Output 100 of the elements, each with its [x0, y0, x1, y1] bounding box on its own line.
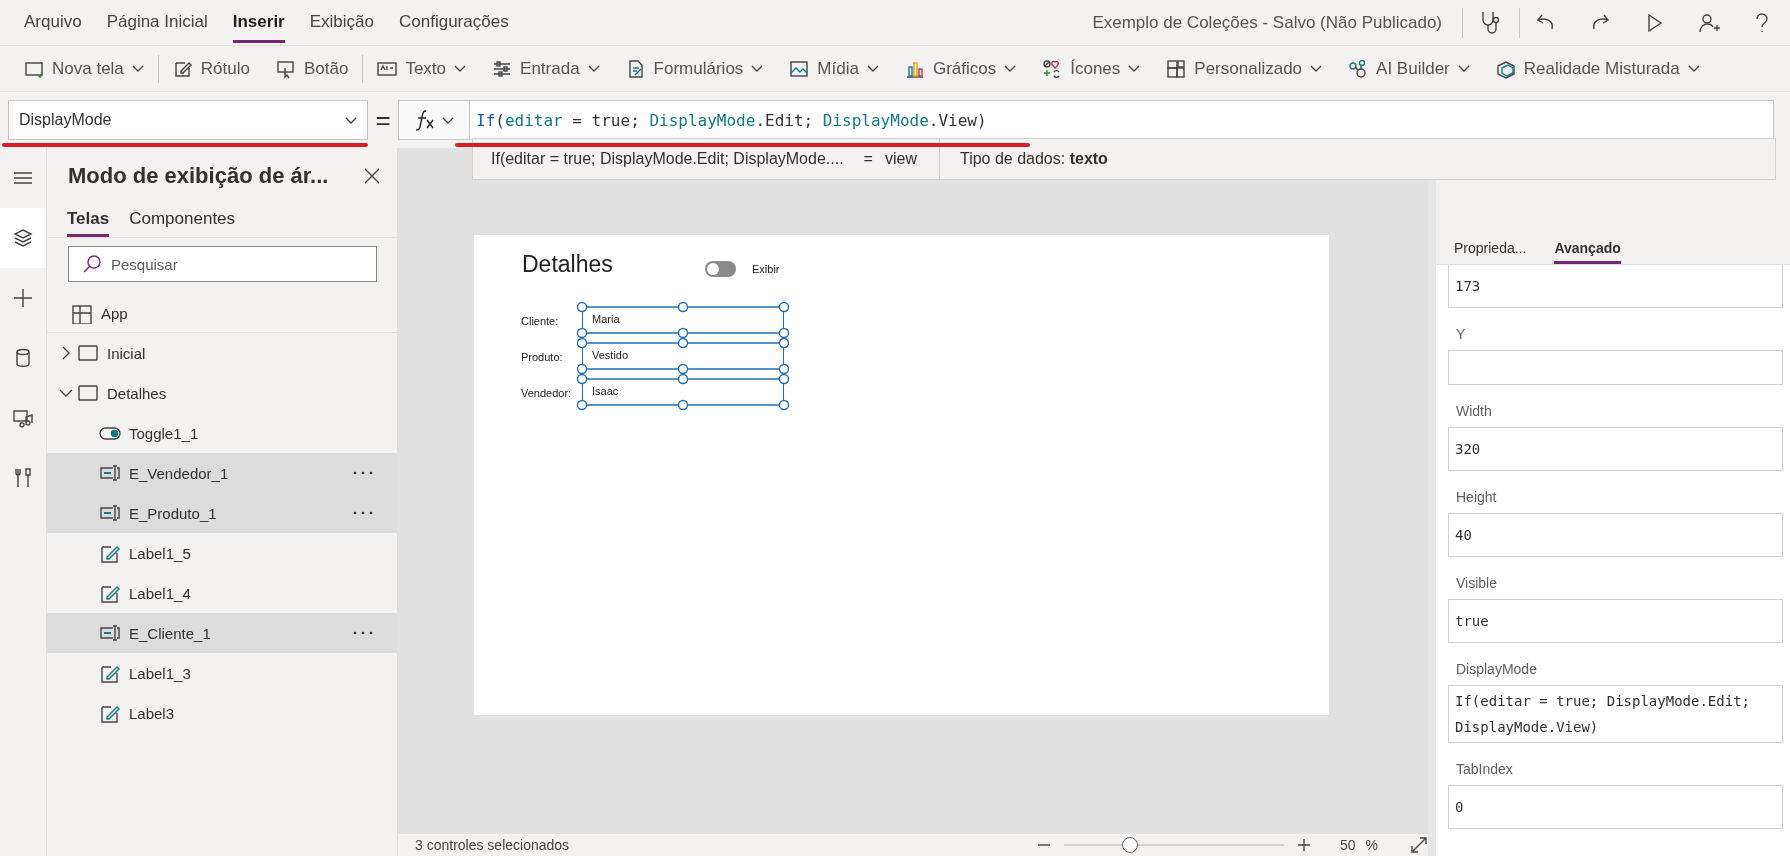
rail-button[interactable]: [0, 208, 46, 268]
tools-icon: [12, 467, 34, 489]
screen-title: Detalhes: [522, 251, 613, 278]
tree-item[interactable]: E_Produto_1: [47, 493, 397, 533]
search-field[interactable]: Pesquisar: [68, 246, 377, 282]
chevron-down-icon: [751, 65, 764, 72]
screen-icon: [77, 343, 99, 363]
chevron-down-icon: [59, 389, 73, 397]
field-label: Vendedor:: [521, 387, 572, 399]
property-input[interactable]: 40: [1448, 513, 1783, 557]
tree-item[interactable]: Detalhes: [47, 373, 397, 413]
panel-tab[interactable]: Proprieda...: [1454, 240, 1527, 264]
screen-icon: [77, 383, 99, 403]
toolbar-button[interactable]: Botão: [275, 54, 349, 83]
zoom-in-icon[interactable]: [1295, 837, 1312, 853]
toolbar-button[interactable]: Formulários: [625, 54, 764, 83]
toolbar-button[interactable]: Gráficos: [904, 54, 1017, 83]
media-icon: [12, 407, 34, 429]
menu-tab[interactable]: Configurações: [399, 2, 509, 43]
property-input[interactable]: 173: [1448, 265, 1783, 308]
toolbar-item-icon: [275, 58, 296, 79]
panel-tab[interactable]: Componentes: [129, 208, 236, 237]
property-input[interactable]: 0: [1448, 785, 1783, 829]
menu-tab[interactable]: Arquivo: [24, 2, 82, 43]
property-label: DisplayMode: [1455, 660, 1538, 679]
property-label: Y: [1455, 325, 1467, 344]
property-label: Visible: [1455, 574, 1498, 593]
zoom-unit: %: [1365, 837, 1378, 853]
tree-item[interactable]: App: [47, 295, 397, 333]
chevron-down-icon: [866, 65, 879, 72]
function-icon: [414, 109, 436, 131]
property-input[interactable]: true: [1448, 599, 1783, 643]
chevron-down-icon: [454, 65, 467, 72]
tree-item[interactable]: Inicial: [47, 333, 397, 373]
toolbar-button[interactable]: Realidade Misturada: [1495, 54, 1700, 83]
menu-tab[interactable]: Exibição: [309, 2, 374, 43]
toolbar-button[interactable]: Nova tela: [24, 54, 144, 83]
status-text: 3 controles selecionados: [415, 837, 570, 853]
tree-item[interactable]: E_Cliente_1: [47, 613, 397, 653]
result-value: view: [884, 150, 917, 168]
fx-button[interactable]: [398, 100, 470, 140]
tree-item[interactable]: Label1_4: [47, 573, 397, 613]
toolbar-button[interactable]: Entrada: [492, 54, 600, 83]
text-input-icon: [99, 463, 121, 483]
label-icon: [99, 703, 121, 723]
tree-item[interactable]: Label1_5: [47, 533, 397, 573]
menu-tab[interactable]: Página Inicial: [106, 2, 208, 43]
chevron-down-icon: [1687, 65, 1700, 72]
toolbar-button[interactable]: Rótulo: [172, 54, 250, 83]
toolbar-button[interactable]: Texto: [377, 54, 467, 83]
text-input-icon: [99, 503, 121, 523]
label-icon: [99, 543, 121, 563]
chevron-down-icon: [1004, 65, 1017, 72]
add-user-icon[interactable]: [1698, 11, 1720, 34]
property-input[interactable]: 320: [1448, 427, 1783, 471]
field-label: Cliente:: [521, 315, 559, 327]
tree-item[interactable]: E_Vendedor_1: [47, 453, 397, 493]
data-type-text: Tipo de dados: texto: [959, 150, 1108, 168]
formula-input[interactable]: If(editar = true; DisplayMode.Edit; DisplayMode.View): [470, 100, 1774, 140]
expand-icon[interactable]: [1410, 836, 1428, 854]
plus-icon: [12, 287, 34, 309]
property-input[interactable]: [1448, 350, 1783, 385]
more-icon[interactable]: [353, 511, 373, 515]
chevron-right-icon: [62, 346, 70, 360]
menu-tab[interactable]: Inserir: [232, 2, 285, 43]
chevron-down-icon: [1457, 65, 1470, 72]
panel-title: Modo de exibição de ár...: [68, 163, 329, 189]
label-icon: [99, 583, 121, 603]
toolbar-button[interactable]: AI Builder: [1348, 54, 1470, 83]
toggle-label: Exibir: [752, 263, 780, 275]
result-equals: =: [863, 150, 873, 168]
more-icon[interactable]: [353, 631, 373, 635]
tree-item[interactable]: Toggle1_1: [47, 413, 397, 453]
app-title: Exemplo de Coleções - Salvo (Não Publicado): [1092, 12, 1442, 33]
equals-sign: =: [374, 104, 392, 137]
toolbar-item-icon: [789, 58, 810, 79]
toggle-switch[interactable]: [705, 261, 736, 277]
property-label: TabIndex: [1455, 760, 1514, 779]
tree-item[interactable]: Label3: [47, 693, 397, 733]
panel-tab[interactable]: Avançado: [1554, 240, 1621, 264]
text-input-icon: [99, 623, 121, 643]
search-icon: [82, 254, 102, 274]
property-dropdown[interactable]: DisplayMode: [8, 100, 368, 140]
tree-item[interactable]: Label1_3: [47, 653, 397, 693]
label-icon: [99, 663, 121, 683]
toolbar-button[interactable]: Ícones: [1042, 54, 1141, 83]
toolbar-button[interactable]: Mídia: [789, 54, 879, 83]
result-expression: If(editar = true; DisplayMode.Edit; DisplayMode....: [491, 150, 844, 168]
toolbar-item-icon: [492, 58, 513, 79]
chevron-down-icon: [1310, 65, 1323, 72]
app-icon: [71, 303, 93, 324]
panel-tab[interactable]: Telas: [67, 208, 110, 237]
chevron-down-icon: [131, 65, 144, 72]
property-label: Width: [1455, 402, 1493, 421]
property-input[interactable]: If(editar = true; DisplayMode.Edit; DisplayMode.View): [1448, 685, 1783, 743]
toolbar-button[interactable]: Personalizado: [1166, 54, 1323, 83]
more-icon[interactable]: [353, 471, 373, 475]
chevron-down-icon: [345, 116, 357, 124]
close-icon[interactable]: [363, 167, 381, 185]
zoom-value: 50: [1339, 837, 1356, 853]
